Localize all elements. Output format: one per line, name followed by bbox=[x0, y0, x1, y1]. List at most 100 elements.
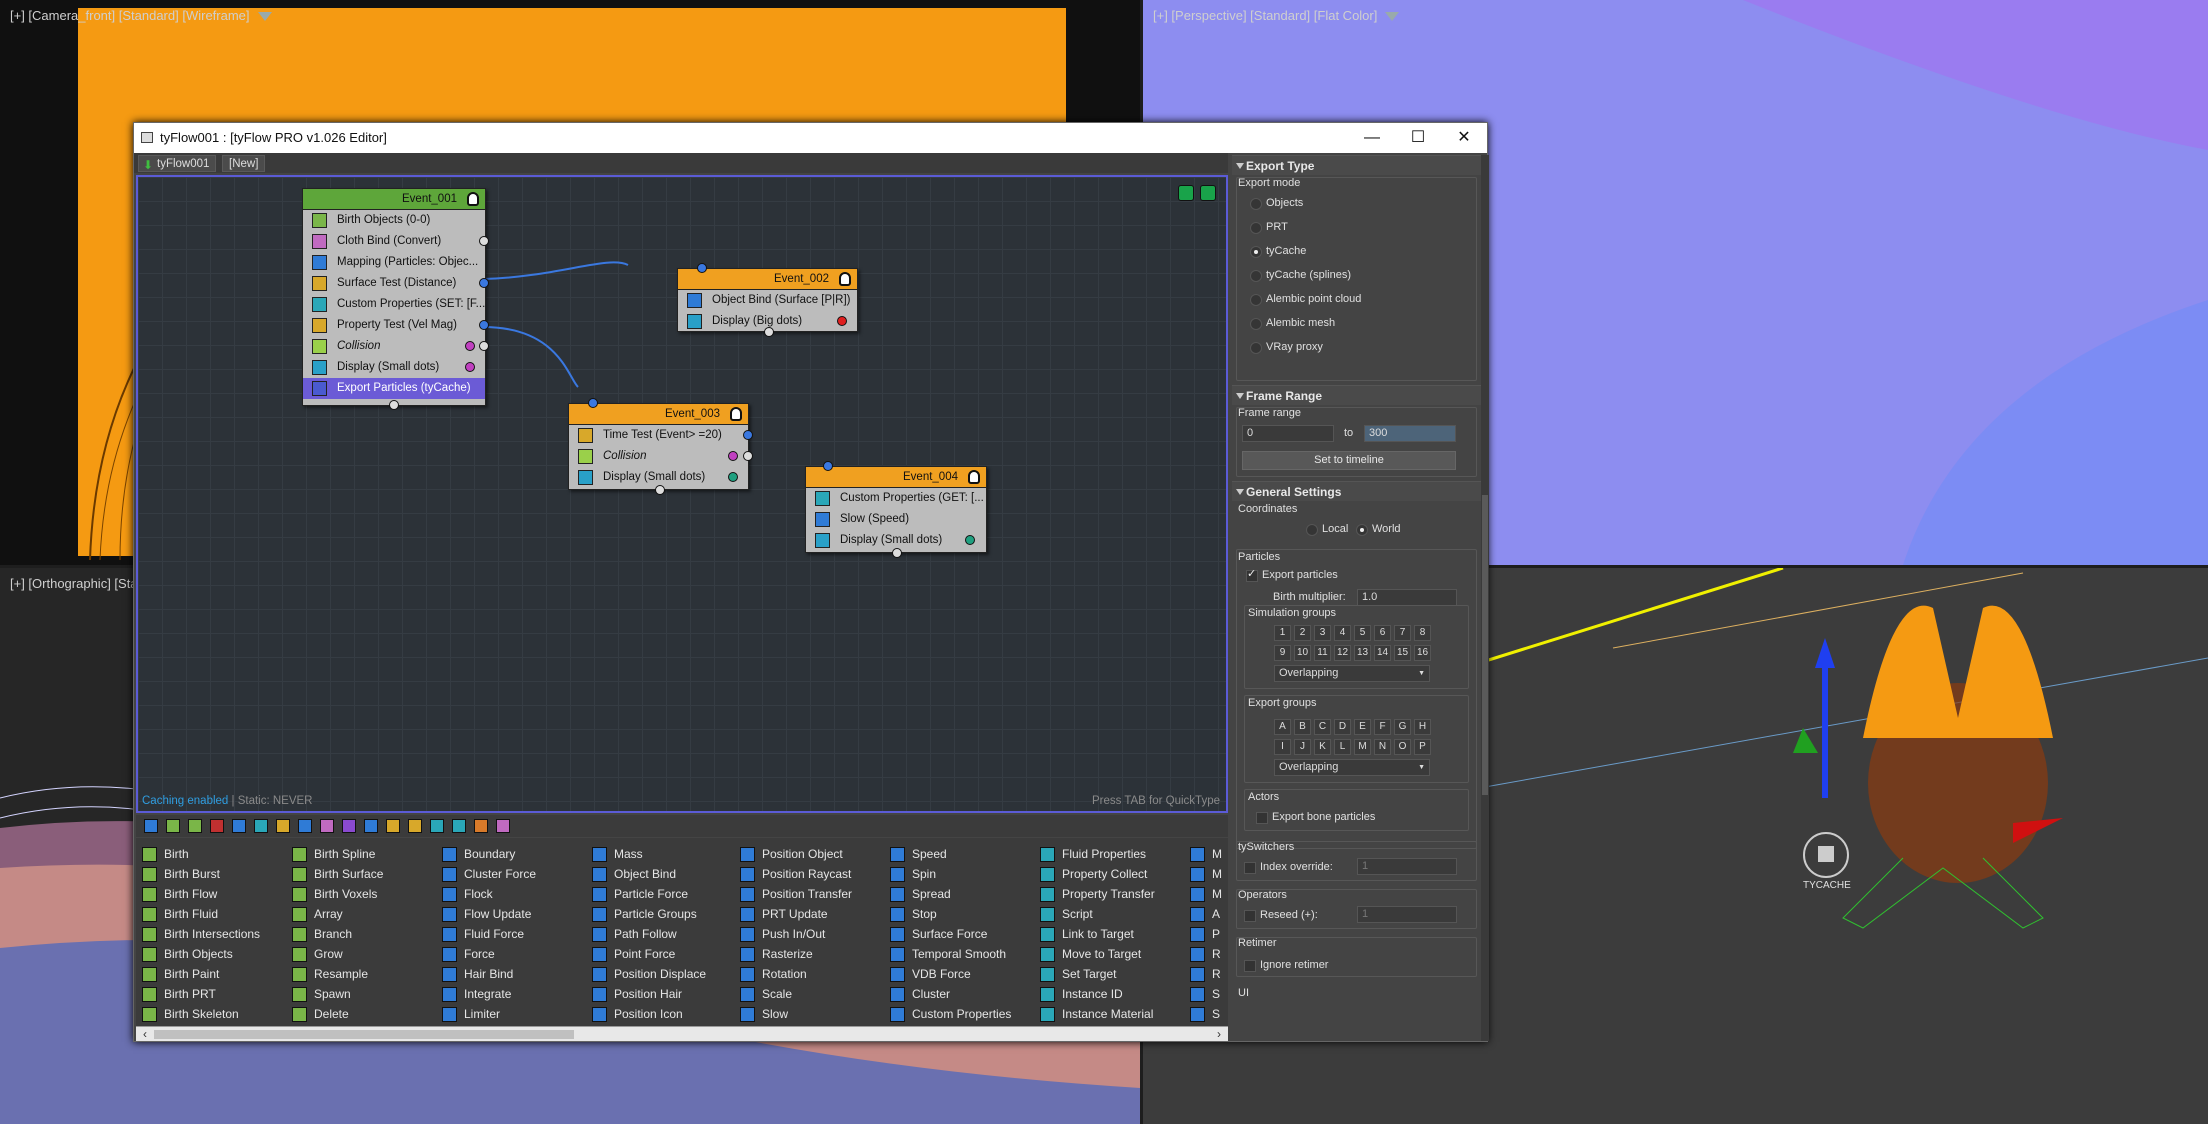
panel-scrollbar[interactable] bbox=[1481, 155, 1489, 1041]
export-particles-checkbox[interactable]: Export particles bbox=[1246, 566, 1338, 583]
maximize-button[interactable]: ☐ bbox=[1395, 123, 1441, 153]
filter-icon[interactable] bbox=[257, 12, 272, 22]
group-toggle[interactable]: 5 bbox=[1354, 625, 1371, 641]
toolbar-test-icon[interactable] bbox=[276, 819, 290, 833]
operator-item[interactable]: Delete bbox=[292, 1004, 383, 1024]
operator-item[interactable]: S bbox=[1190, 1004, 1222, 1024]
operator-item[interactable]: Array bbox=[292, 904, 383, 924]
operator-item[interactable]: Property Transfer bbox=[1040, 884, 1155, 904]
group-toggle[interactable]: 2 bbox=[1294, 625, 1311, 641]
group-toggle[interactable]: 1 bbox=[1274, 625, 1291, 641]
operator-row[interactable]: Surface Test (Distance) bbox=[303, 273, 485, 294]
lightbulb-icon[interactable] bbox=[467, 192, 479, 206]
input-port-connected[interactable] bbox=[697, 263, 707, 273]
group-toggle[interactable]: O bbox=[1394, 739, 1411, 755]
rollout-general-settings[interactable]: General Settings bbox=[1232, 481, 1489, 501]
operator-item[interactable]: Rasterize bbox=[740, 944, 852, 964]
event-node-2[interactable]: Event_002 Object Bind (Surface [P|R]) Di… bbox=[677, 263, 858, 337]
group-toggle[interactable]: 8 bbox=[1414, 625, 1431, 641]
operator-row[interactable]: Custom Properties (GET: [... bbox=[806, 488, 986, 509]
simulation-groups-mode-dropdown[interactable]: Overlapping bbox=[1274, 665, 1430, 682]
operator-item[interactable]: VDB Force bbox=[890, 964, 1011, 984]
display-color-swatch[interactable] bbox=[465, 341, 475, 351]
set-to-timeline-button[interactable]: Set to timeline bbox=[1242, 451, 1456, 470]
operator-row[interactable]: Custom Properties (SET: [F... bbox=[303, 294, 485, 315]
operator-item[interactable]: S bbox=[1190, 984, 1222, 1004]
operator-item[interactable]: Position Hair bbox=[592, 984, 706, 1004]
operator-item[interactable]: Link to Target bbox=[1040, 924, 1155, 944]
operator-item[interactable]: Cluster bbox=[890, 984, 1011, 1004]
operator-item[interactable]: Branch bbox=[292, 924, 383, 944]
group-toggle[interactable]: L bbox=[1334, 739, 1351, 755]
index-override-checkbox[interactable]: Index override: bbox=[1244, 859, 1333, 875]
operator-item[interactable]: Birth Burst bbox=[142, 864, 260, 884]
refresh-icon[interactable] bbox=[1200, 185, 1216, 201]
operator-item[interactable]: P bbox=[1190, 924, 1222, 944]
toolbar-misc-icon[interactable] bbox=[474, 819, 488, 833]
group-toggle[interactable]: C bbox=[1314, 719, 1331, 735]
operator-item[interactable]: Position Icon bbox=[592, 1004, 706, 1024]
operator-row[interactable]: Object Bind (Surface [P|R]) bbox=[678, 290, 857, 311]
operator-row[interactable]: Collision bbox=[569, 446, 748, 467]
group-toggle[interactable]: 11 bbox=[1314, 645, 1331, 661]
operator-item[interactable]: Surface Force bbox=[890, 924, 1011, 944]
operator-item[interactable]: Resample bbox=[292, 964, 383, 984]
output-port[interactable] bbox=[479, 341, 489, 351]
operator-item[interactable]: Speed bbox=[890, 844, 1011, 864]
operator-item[interactable]: Instance ID bbox=[1040, 984, 1155, 1004]
display-color-swatch[interactable] bbox=[837, 316, 847, 326]
event-node-1[interactable]: Event_001 Birth Objects (0-0) Cloth Bind… bbox=[302, 188, 489, 410]
operator-item[interactable]: Push In/Out bbox=[740, 924, 852, 944]
scroll-left-icon[interactable]: ‹ bbox=[138, 1027, 152, 1041]
operator-item[interactable]: Property Collect bbox=[1040, 864, 1155, 884]
operator-item[interactable]: Birth Intersections bbox=[142, 924, 260, 944]
operator-item[interactable]: Birth Fluid bbox=[142, 904, 260, 924]
export-groups-mode-dropdown[interactable]: Overlapping bbox=[1274, 759, 1430, 776]
input-port[interactable] bbox=[892, 548, 902, 558]
ortho-viewport-label[interactable]: [+] [Orthographic] [Sta bbox=[10, 576, 138, 591]
operator-item[interactable]: Birth Voxels bbox=[292, 884, 383, 904]
editor-titlebar[interactable]: tyFlow001 : [tyFlow PRO v1.026 Editor] —… bbox=[134, 123, 1487, 153]
event-header[interactable]: Event_002 bbox=[678, 269, 857, 290]
group-toggle[interactable]: K bbox=[1314, 739, 1331, 755]
camera-viewport-label[interactable]: [+] [Camera_front] [Standard] [Wireframe… bbox=[10, 8, 272, 23]
operator-item[interactable]: Limiter bbox=[442, 1004, 536, 1024]
operator-item[interactable]: Flow Update bbox=[442, 904, 536, 924]
operator-item[interactable]: Position Displace bbox=[592, 964, 706, 984]
display-color-swatch[interactable] bbox=[465, 362, 475, 372]
reseed-spinner[interactable]: 1 bbox=[1357, 906, 1457, 923]
group-toggle[interactable]: J bbox=[1294, 739, 1311, 755]
operator-item[interactable]: Mass bbox=[592, 844, 706, 864]
toolbar-display-icon[interactable] bbox=[430, 819, 444, 833]
toolbar-property-icon[interactable] bbox=[254, 819, 268, 833]
operator-item[interactable]: Rotation bbox=[740, 964, 852, 984]
operator-item[interactable]: Instance Material bbox=[1040, 1004, 1155, 1024]
operator-item[interactable]: Fluid Properties bbox=[1040, 844, 1155, 864]
operator-item[interactable]: Force bbox=[442, 944, 536, 964]
operator-item[interactable]: Fluid Force bbox=[442, 924, 536, 944]
radio-tycache[interactable]: tyCache bbox=[1232, 239, 1489, 263]
horizontal-scrollbar[interactable]: ‹ › bbox=[136, 1026, 1228, 1041]
birth-multiplier-spinner[interactable]: 1.0 bbox=[1357, 589, 1457, 606]
display-color-swatch[interactable] bbox=[728, 472, 738, 482]
operator-row[interactable]: Time Test (Event> =20) bbox=[569, 425, 748, 446]
group-toggle[interactable]: D bbox=[1334, 719, 1351, 735]
event-node-3[interactable]: Event_003 Time Test (Event> =20) Collisi… bbox=[568, 398, 753, 495]
operator-item[interactable]: Birth Objects bbox=[142, 944, 260, 964]
input-port-connected[interactable] bbox=[588, 398, 598, 408]
toolbar-camera-icon[interactable] bbox=[452, 819, 466, 833]
input-port-connected[interactable] bbox=[823, 461, 833, 471]
rollout-frame-range[interactable]: Frame Range bbox=[1232, 385, 1489, 405]
operator-item[interactable]: Move to Target bbox=[1040, 944, 1155, 964]
operator-item[interactable]: Flock bbox=[442, 884, 536, 904]
operator-item[interactable]: M bbox=[1190, 844, 1222, 864]
group-toggle[interactable]: 3 bbox=[1314, 625, 1331, 641]
toolbar-force-icon[interactable] bbox=[232, 819, 246, 833]
toolbar-cloth-icon[interactable] bbox=[320, 819, 334, 833]
toolbar-script-icon[interactable] bbox=[408, 819, 422, 833]
toolbar-grid-icon[interactable] bbox=[144, 819, 158, 833]
group-toggle[interactable]: 16 bbox=[1414, 645, 1431, 661]
display-color-swatch[interactable] bbox=[965, 535, 975, 545]
output-port[interactable] bbox=[479, 236, 489, 246]
flow-graph-canvas[interactable]: Event_001 Birth Objects (0-0) Cloth Bind… bbox=[136, 175, 1228, 813]
